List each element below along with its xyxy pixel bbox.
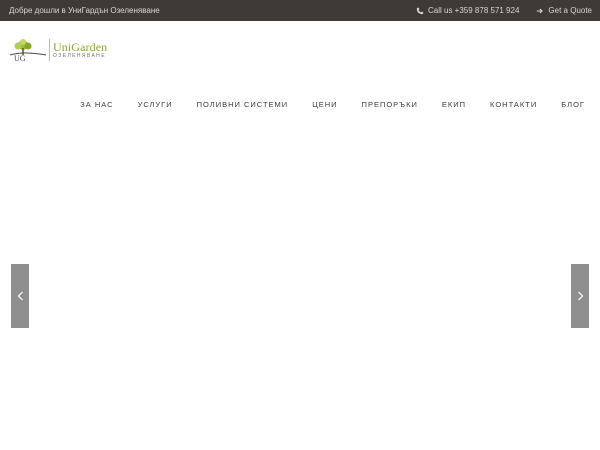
hero-slider — [0, 126, 600, 450]
phone-link[interactable]: Call us +359 878 571 924 — [415, 0, 519, 21]
phone-text: Call us +359 878 571 924 — [428, 6, 520, 15]
slider-next-button[interactable] — [571, 264, 589, 328]
nav-item-testimonials[interactable]: ПРЕПОРЪКИ — [362, 100, 418, 109]
phone-icon — [415, 6, 424, 15]
arrow-icon — [535, 6, 544, 15]
site-logo[interactable]: UG UniGarden ОЗЕЛЕНЯВАНЕ — [8, 38, 107, 62]
nav-item-team[interactable]: ЕКИП — [442, 100, 466, 109]
site-header: UG UniGarden ОЗЕЛЕНЯВАНЕ ЗА НАС УСЛУГИ П… — [0, 21, 600, 126]
top-bar: Добре дошли в УниГардън Озеленяване Call… — [0, 0, 600, 21]
welcome-text: Добре дошли в УниГардън Озеленяване — [9, 6, 160, 15]
nav-item-about[interactable]: ЗА НАС — [80, 100, 113, 109]
chevron-right-icon — [577, 291, 583, 301]
logo-text: UniGarden ОЗЕЛЕНЯВАНЕ — [53, 41, 107, 60]
nav-item-services[interactable]: УСЛУГИ — [138, 100, 173, 109]
get-quote-link[interactable]: Get a Quote — [535, 0, 592, 21]
svg-text:UG: UG — [14, 54, 26, 62]
logo-tagline: ОЗЕЛЕНЯВАНЕ — [53, 52, 106, 59]
nav-item-blog[interactable]: БЛОГ — [561, 100, 585, 109]
nav-item-irrigation[interactable]: ПОЛИВНИ СИСТЕМИ — [197, 100, 289, 109]
nav-item-prices[interactable]: ЦЕНИ — [312, 100, 337, 109]
main-nav: ЗА НАС УСЛУГИ ПОЛИВНИ СИСТЕМИ ЦЕНИ ПРЕПО… — [80, 100, 585, 109]
logo-brand: UniGarden — [53, 39, 108, 54]
slider-prev-button[interactable] — [11, 264, 29, 328]
nav-item-contacts[interactable]: КОНТАКТИ — [490, 100, 537, 109]
get-quote-text: Get a Quote — [548, 6, 592, 15]
logo-divider — [49, 39, 50, 61]
tree-logo-icon: UG — [9, 39, 47, 62]
chevron-left-icon — [17, 291, 23, 301]
top-bar-right: Call us +359 878 571 924 Get a Quote — [415, 0, 592, 21]
